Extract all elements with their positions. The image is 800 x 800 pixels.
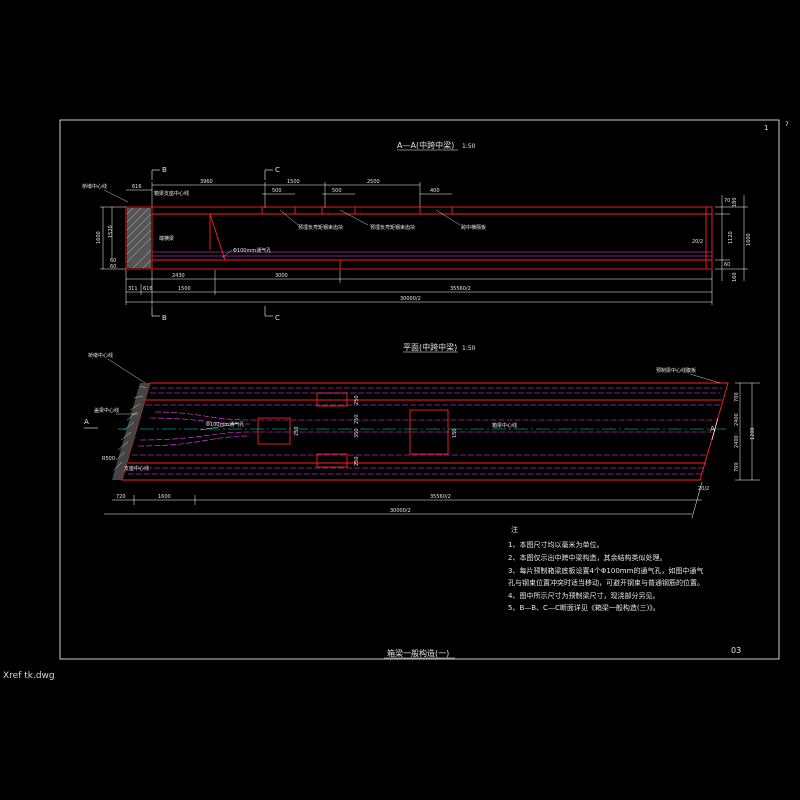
plan-right-2400b: 2400 xyxy=(734,435,740,448)
notes-heading: 注 xyxy=(511,525,518,534)
plan-outline xyxy=(121,382,729,481)
plan-label-r500: R500 xyxy=(102,456,115,462)
section-mark-c-bottom: C xyxy=(275,314,280,322)
label-end-diaphragm: 端横梁 xyxy=(159,235,174,242)
right-dim-1120: 1120 xyxy=(728,231,734,244)
note-3b: 孔与钢束位置冲突时适当移动，可避开钢束与普通钢筋的位置。 xyxy=(508,578,704,587)
plan-label-top-right: 预制梁中心线腹板 xyxy=(656,367,696,374)
plan-inner-250b: 250 xyxy=(294,426,300,436)
plan-block-left xyxy=(257,417,291,445)
note-1: 1、本图尺寸均以毫米为单位。 xyxy=(508,540,603,549)
plan-block-bottom xyxy=(316,453,348,468)
plan-inner-250a: 250 xyxy=(354,395,360,405)
left-dim-1600: 1600 xyxy=(96,231,102,244)
page-mark: 7 xyxy=(785,121,789,128)
plan-bottom-35560: 35560/2 xyxy=(430,494,451,500)
note-5: 5、B—B、C—C断面详见《箱梁一般构造(三)》。 xyxy=(508,603,660,612)
section-mark-b-top: B xyxy=(162,166,167,174)
top-dim-500a: 500 xyxy=(272,188,282,194)
end-block-hatch xyxy=(127,208,151,268)
bottom-dim-35560: 35560/2 xyxy=(450,286,471,292)
plan-bottom-720: 720 xyxy=(116,494,126,500)
label-neg-moment-2: 预埋负弯矩钢束齿块 xyxy=(370,224,415,231)
plan-block-top xyxy=(316,392,348,407)
label-neg-moment-1: 预埋负弯矩钢束齿块 xyxy=(298,224,343,231)
section-mark-c-top: C xyxy=(275,166,280,174)
plan-bottom-1600: 1600 xyxy=(158,494,171,500)
top-dim-400: 400 xyxy=(430,188,440,194)
plan-label-bearing-line: 桥墩中心线 xyxy=(88,352,113,359)
plan-label-pier-center: 盖梁中心线 xyxy=(94,407,119,414)
top-dim-3960: 3960 xyxy=(200,179,213,185)
drawing-sheet: 1 7 A—A(中跨中梁) 1:50 B C B C 616 3960 1500… xyxy=(59,119,789,660)
right-dim-60: 60 xyxy=(724,262,730,268)
left-dim-1520: 1520 xyxy=(108,225,114,238)
bottom-dim-3000: 3000 xyxy=(275,273,288,279)
plan-bottom-30000: 30000/2 xyxy=(390,508,411,514)
note-2: 2、本图仅示出中跨中梁构造，其余结构类似处理。 xyxy=(508,553,666,562)
plan-inner-350: 350 xyxy=(354,428,360,438)
plan-label-support-center: 支座中心线 xyxy=(124,465,149,472)
elevation-view: A—A(中跨中梁) 1:50 B C B C 616 3960 1500 250… xyxy=(82,140,752,322)
top-dim-2500: 2500 xyxy=(367,179,380,185)
label-bearing-line: 桥墩中心线 xyxy=(82,183,107,190)
plan-inner-250c: 250 xyxy=(354,456,360,466)
section-mark-a-left: A xyxy=(84,418,89,426)
top-dim-1500: 1500 xyxy=(287,179,300,185)
top-dim-500b: 500 xyxy=(332,188,342,194)
note-3a: 3、每片预制箱梁底板设置4个Φ100mm的通气孔，如图中通气 xyxy=(508,566,703,575)
label-half-span: 20/2 xyxy=(692,239,703,245)
page-number: 1 xyxy=(764,124,768,132)
right-dim-160: 160 xyxy=(732,272,738,282)
right-dim-70: 70 xyxy=(724,198,730,204)
label-support-center: 箱梁支座中心线 xyxy=(154,190,189,197)
right-dim-1600: 1600 xyxy=(746,233,752,246)
plan-right-2400a: 2400 xyxy=(734,413,740,426)
bottom-dim-1500: 1500 xyxy=(178,286,191,292)
right-dim-180: 180 xyxy=(732,197,738,207)
plan-inner-150: 150 xyxy=(452,428,458,438)
plan-right-700a: 700 xyxy=(734,392,740,402)
sheet-code: 03 xyxy=(731,646,741,655)
plan-bottom-half: 20/2 xyxy=(698,486,709,492)
plan-right-700b: 700 xyxy=(734,462,740,472)
top-dim-616: 616 xyxy=(132,184,142,190)
label-vent: Φ100mm通气孔 xyxy=(233,247,271,254)
notes-block: 注 1、本图尺寸均以毫米为单位。 2、本图仅示出中跨中梁构造，其余结构类似处理。… xyxy=(508,525,704,612)
plan-label-beam-axis: 箱梁中心线 xyxy=(492,422,517,429)
bottom-dim-2430: 2430 xyxy=(172,273,185,279)
elevation-scale: 1:50 xyxy=(462,143,476,150)
section-mark-b-bottom: B xyxy=(162,314,167,322)
bottom-dim-311: 311 xyxy=(128,286,138,292)
plan-scale: 1:50 xyxy=(462,345,476,352)
left-dim-60b: 60 xyxy=(110,264,116,270)
plan-right-1200: 1200 xyxy=(750,427,756,440)
plan-inner-250d: 250 xyxy=(354,414,360,424)
plan-title: 平面(中跨中梁) xyxy=(403,342,457,352)
drawing-title: 箱梁一般构造(一) xyxy=(387,648,449,658)
plan-view: 平面(中跨中梁) 1:50 A A 700 2400 2400 700 1200… xyxy=(84,342,760,519)
note-4: 4、图中所示尺寸为预制梁尺寸，现浇部分另见。 xyxy=(508,591,659,600)
bottom-dim-30000: 30000/2 xyxy=(400,296,421,302)
plan-label-vent: Φ100mm通气孔 xyxy=(206,421,244,428)
elevation-title: A—A(中跨中梁) xyxy=(397,140,454,150)
label-span-diaphragm: 跨中横隔板 xyxy=(461,224,486,231)
xref-label: Xref tk.dwg xyxy=(3,671,55,681)
bottom-dim-616: 616 xyxy=(143,286,153,292)
